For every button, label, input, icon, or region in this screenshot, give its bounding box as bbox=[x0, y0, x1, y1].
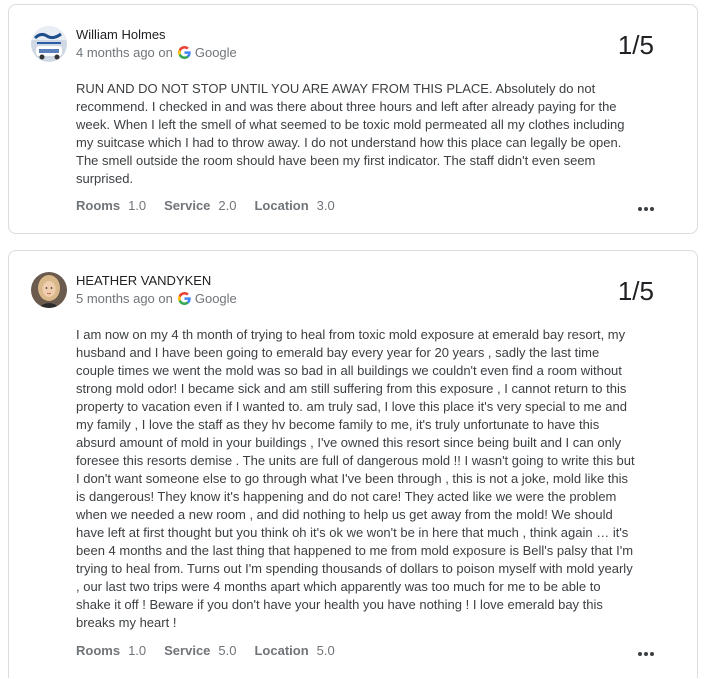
reviewer-avatar[interactable] bbox=[31, 272, 67, 308]
subrating-value: 3.0 bbox=[316, 198, 335, 213]
subrating-service: Service 2.0 bbox=[164, 198, 236, 213]
reviewer-avatar[interactable] bbox=[31, 26, 67, 62]
review-time: 5 months ago on bbox=[76, 291, 173, 306]
reviewer-name[interactable]: HEATHER VANDYKEN bbox=[76, 273, 211, 288]
subrating-label: Service bbox=[164, 198, 211, 213]
review-rating: 1/5 bbox=[617, 30, 654, 60]
subrating-label: Location bbox=[254, 198, 309, 213]
review-card: HEATHER VANDYKEN 5 months ago on Google … bbox=[8, 250, 698, 678]
more-options-icon[interactable] bbox=[638, 207, 654, 213]
review-card: William Holmes 4 months ago on Google 1/… bbox=[8, 4, 698, 234]
review-text: I am now on my 4 th month of trying to h… bbox=[76, 327, 635, 630]
subrating-location: Location 5.0 bbox=[254, 643, 334, 658]
subrating-service: Service 5.0 bbox=[164, 643, 236, 658]
subrating-location: Location 3.0 bbox=[254, 198, 334, 213]
review-meta: 5 months ago on Google bbox=[76, 291, 237, 306]
google-g-icon bbox=[177, 46, 191, 59]
subrating-label: Rooms bbox=[76, 643, 121, 658]
more-options-icon[interactable] bbox=[638, 652, 654, 658]
subrating-value: 5.0 bbox=[316, 643, 335, 658]
subrating-value: 1.0 bbox=[128, 643, 147, 658]
subrating-rooms: Rooms 1.0 bbox=[76, 643, 146, 658]
subrating-label: Location bbox=[254, 643, 309, 658]
user-photo-icon bbox=[31, 26, 67, 62]
subrating-label: Rooms bbox=[76, 198, 121, 213]
review-text: RUN AND DO NOT STOP UNTIL YOU ARE AWAY F… bbox=[76, 81, 625, 186]
subrating-value: 5.0 bbox=[218, 643, 237, 658]
review-meta: 4 months ago on Google bbox=[76, 45, 237, 60]
subratings: Rooms 1.0 Service 2.0 Location 3.0 bbox=[76, 198, 353, 213]
subrating-label: Service bbox=[164, 643, 211, 658]
review-time: 4 months ago on bbox=[76, 45, 173, 60]
subrating-value: 2.0 bbox=[218, 198, 237, 213]
subratings: Rooms 1.0 Service 5.0 Location 5.0 bbox=[76, 643, 353, 658]
subrating-value: 1.0 bbox=[128, 198, 147, 213]
review-source: Google bbox=[194, 45, 237, 60]
google-g-icon bbox=[177, 292, 191, 305]
reviewer-name[interactable]: William Holmes bbox=[76, 27, 166, 42]
subrating-rooms: Rooms 1.0 bbox=[76, 198, 146, 213]
review-source: Google bbox=[194, 291, 237, 306]
user-photo-icon bbox=[31, 272, 67, 308]
review-rating: 1/5 bbox=[617, 276, 654, 306]
